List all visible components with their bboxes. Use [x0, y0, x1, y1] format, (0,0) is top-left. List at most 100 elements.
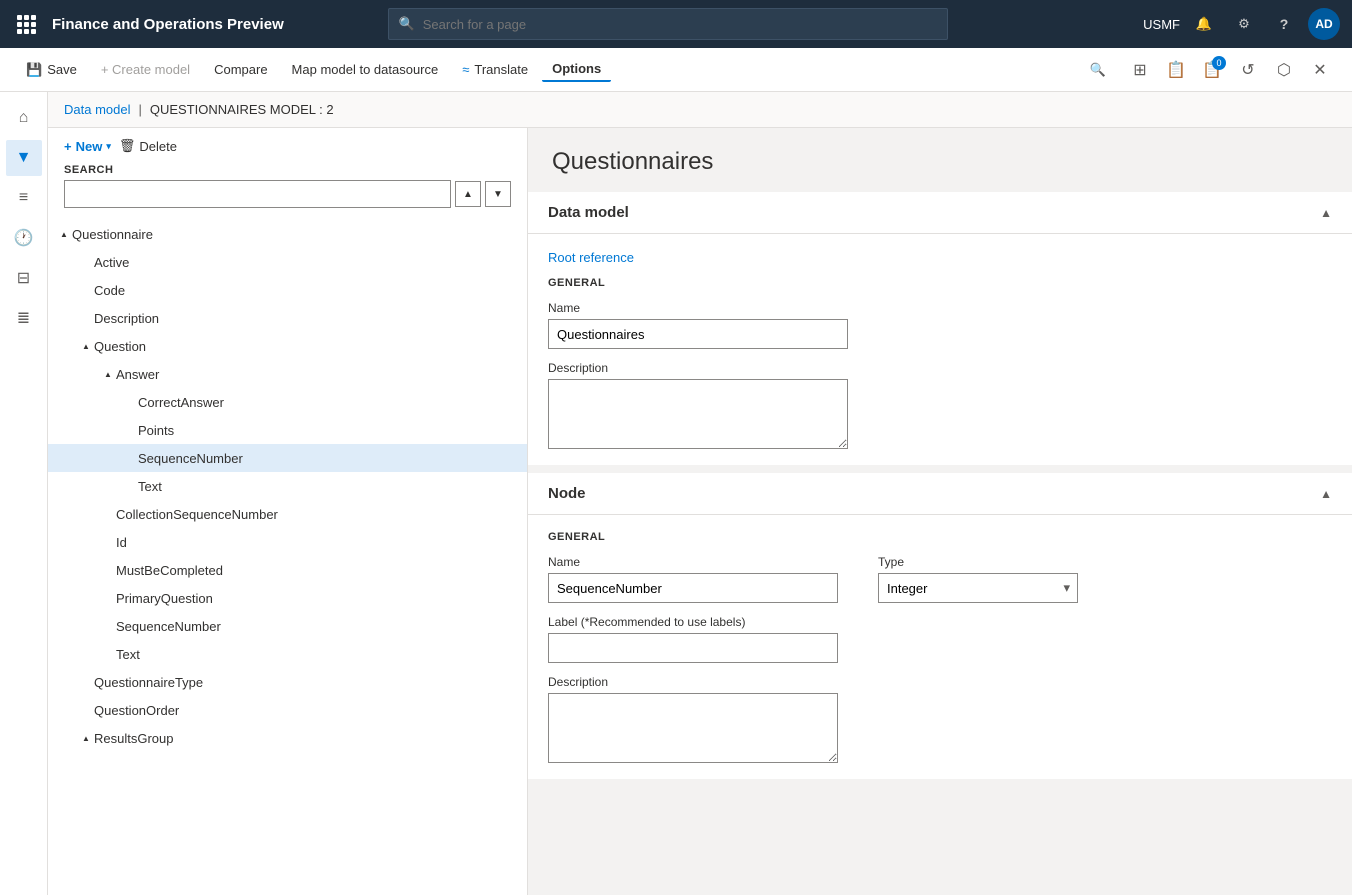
tree-item[interactable]: ▲ Question — [48, 332, 527, 360]
tree-item[interactable]: QuestionnaireType — [48, 668, 527, 696]
search-section: SEARCH ▲ ▼ — [48, 164, 527, 216]
tree-toggle-icon — [122, 478, 138, 494]
notifications-button[interactable]: 🔔 — [1188, 8, 1220, 40]
tree-item[interactable]: Id — [48, 528, 527, 556]
save-button[interactable]: 💾 Save — [16, 58, 87, 82]
clock-icon: 🕐 — [14, 228, 34, 248]
tree-item[interactable]: Active — [48, 248, 527, 276]
tree-toggle-icon — [78, 254, 94, 270]
tree-item[interactable]: SequenceNumber — [48, 444, 527, 472]
tree-item[interactable]: CollectionSequenceNumber — [48, 500, 527, 528]
delete-button[interactable]: 🗑 Delete — [119, 138, 177, 154]
gear-icon: ⚙ — [1238, 16, 1250, 32]
badge: 0 — [1212, 56, 1226, 70]
node-section: Node ▲ GENERAL Name Type — [528, 473, 1352, 779]
tree-toggle-icon — [100, 506, 116, 522]
node-name-label: Name — [548, 555, 838, 569]
root-reference-link[interactable]: Root reference — [548, 250, 634, 265]
cmd-icon1[interactable]: ⊞ — [1124, 54, 1156, 86]
tree-item[interactable]: CorrectAnswer — [48, 388, 527, 416]
vertical-nav: ⌂ ▼ ≡ 🕐 ⊟ ≣ — [0, 92, 48, 895]
cmd-icon2[interactable]: 📋 — [1160, 54, 1192, 86]
tree-item[interactable]: ▲ ResultsGroup — [48, 724, 527, 752]
name-input[interactable] — [548, 319, 848, 349]
new-button[interactable]: + New ▾ — [64, 139, 111, 154]
tree-item[interactable]: Text — [48, 472, 527, 500]
tree-toggle-icon: ▲ — [78, 338, 94, 354]
help-button[interactable]: ? — [1268, 8, 1300, 40]
type-select-wrapper: Integer String Real Boolean Date DateTim… — [878, 573, 1078, 603]
tree-item[interactable]: MustBeCompleted — [48, 556, 527, 584]
search-icon: 🔍 — [399, 16, 415, 32]
bell-icon: 🔔 — [1196, 16, 1212, 32]
tree-toggle-icon — [100, 646, 116, 662]
nav-list-button[interactable]: ≣ — [6, 300, 42, 336]
node-section-title: Node — [548, 485, 586, 502]
search-box[interactable]: 🔍 — [388, 8, 948, 40]
plus-icon: + — [64, 139, 72, 154]
tree-item[interactable]: Description — [48, 304, 527, 332]
search-prev-button[interactable]: ▲ — [455, 181, 481, 207]
options-button[interactable]: Options — [542, 57, 611, 82]
nav-home-button[interactable]: ⌂ — [6, 100, 42, 136]
tree-toggle-icon — [78, 702, 94, 718]
tree-item[interactable]: Code — [48, 276, 527, 304]
tree-panel: + New ▾ 🗑 Delete SEARCH ▲ ▼ — [48, 128, 528, 895]
settings-button[interactable]: ⚙ — [1228, 8, 1260, 40]
node-section-collapse-button[interactable]: ▲ — [1320, 487, 1332, 501]
cmd-open-icon[interactable]: ⬡ — [1268, 54, 1300, 86]
compare-button[interactable]: Compare — [204, 58, 277, 81]
tree-item[interactable]: Text — [48, 640, 527, 668]
breadcrumb-data-model[interactable]: Data model — [64, 102, 130, 117]
tree-item[interactable]: ▲ Questionnaire — [48, 220, 527, 248]
section-header: Data model ▲ — [528, 192, 1352, 234]
cmd-badge-icon[interactable]: 📋 0 — [1196, 54, 1228, 86]
search-input[interactable] — [423, 17, 937, 32]
node-section-header: Node ▲ — [528, 473, 1352, 515]
tree-toggle-icon: ▲ — [56, 226, 72, 242]
tree-toggle-icon: ▲ — [100, 366, 116, 382]
tree-toggle-icon — [122, 450, 138, 466]
map-model-button[interactable]: Map model to datasource — [282, 58, 449, 81]
nav-hamburger-button[interactable]: ≡ — [6, 180, 42, 216]
nav-filter-button[interactable]: ▼ — [6, 140, 42, 176]
tree-container: ▲ Questionnaire Active Code Descript — [48, 216, 527, 895]
tree-item[interactable]: ▲ Answer — [48, 360, 527, 388]
nav-clock-button[interactable]: 🕐 — [6, 220, 42, 256]
hamburger-icon: ≡ — [19, 189, 28, 207]
command-bar: 💾 Save + Create model Compare Map model … — [0, 48, 1352, 92]
node-general-label: GENERAL — [548, 531, 1332, 543]
description-textarea[interactable] — [548, 379, 848, 449]
cmd-close-icon[interactable]: ✕ — [1304, 54, 1336, 86]
tree-item[interactable]: QuestionOrder — [48, 696, 527, 724]
data-model-section: Data model ▲ Root reference GENERAL Name — [528, 192, 1352, 465]
tree-search-input[interactable] — [64, 180, 451, 208]
breadcrumb-separator: | — [138, 102, 141, 117]
node-label-input[interactable] — [548, 633, 838, 663]
type-select[interactable]: Integer String Real Boolean Date DateTim… — [878, 573, 1078, 603]
save-icon: 💾 — [26, 62, 42, 78]
cmd-refresh-icon[interactable]: ↺ — [1232, 54, 1264, 86]
app-grid-button[interactable] — [12, 10, 40, 38]
avatar[interactable]: AD — [1308, 8, 1340, 40]
tree-toggle-icon — [78, 282, 94, 298]
translate-button[interactable]: ≈ Translate — [452, 58, 538, 81]
question-icon: ? — [1280, 16, 1289, 32]
tree-toggle-icon — [122, 394, 138, 410]
node-name-input[interactable] — [548, 573, 838, 603]
node-description-textarea[interactable] — [548, 693, 838, 763]
tree-toggle-icon — [100, 590, 116, 606]
tree-toggle-icon: ▲ — [78, 730, 94, 746]
command-search-icon[interactable]: 🔍 — [1084, 56, 1112, 84]
section-body: Root reference GENERAL Name Description — [528, 234, 1352, 465]
nav-table-button[interactable]: ⊟ — [6, 260, 42, 296]
name-label: Name — [548, 301, 848, 315]
create-model-button[interactable]: + Create model — [91, 58, 200, 81]
tree-item[interactable]: Points — [48, 416, 527, 444]
tree-toggle-icon — [100, 618, 116, 634]
search-next-button[interactable]: ▼ — [485, 181, 511, 207]
node-type-label: Type — [878, 555, 1078, 569]
tree-item[interactable]: SequenceNumber — [48, 612, 527, 640]
section-collapse-button[interactable]: ▲ — [1320, 206, 1332, 220]
tree-item[interactable]: PrimaryQuestion — [48, 584, 527, 612]
